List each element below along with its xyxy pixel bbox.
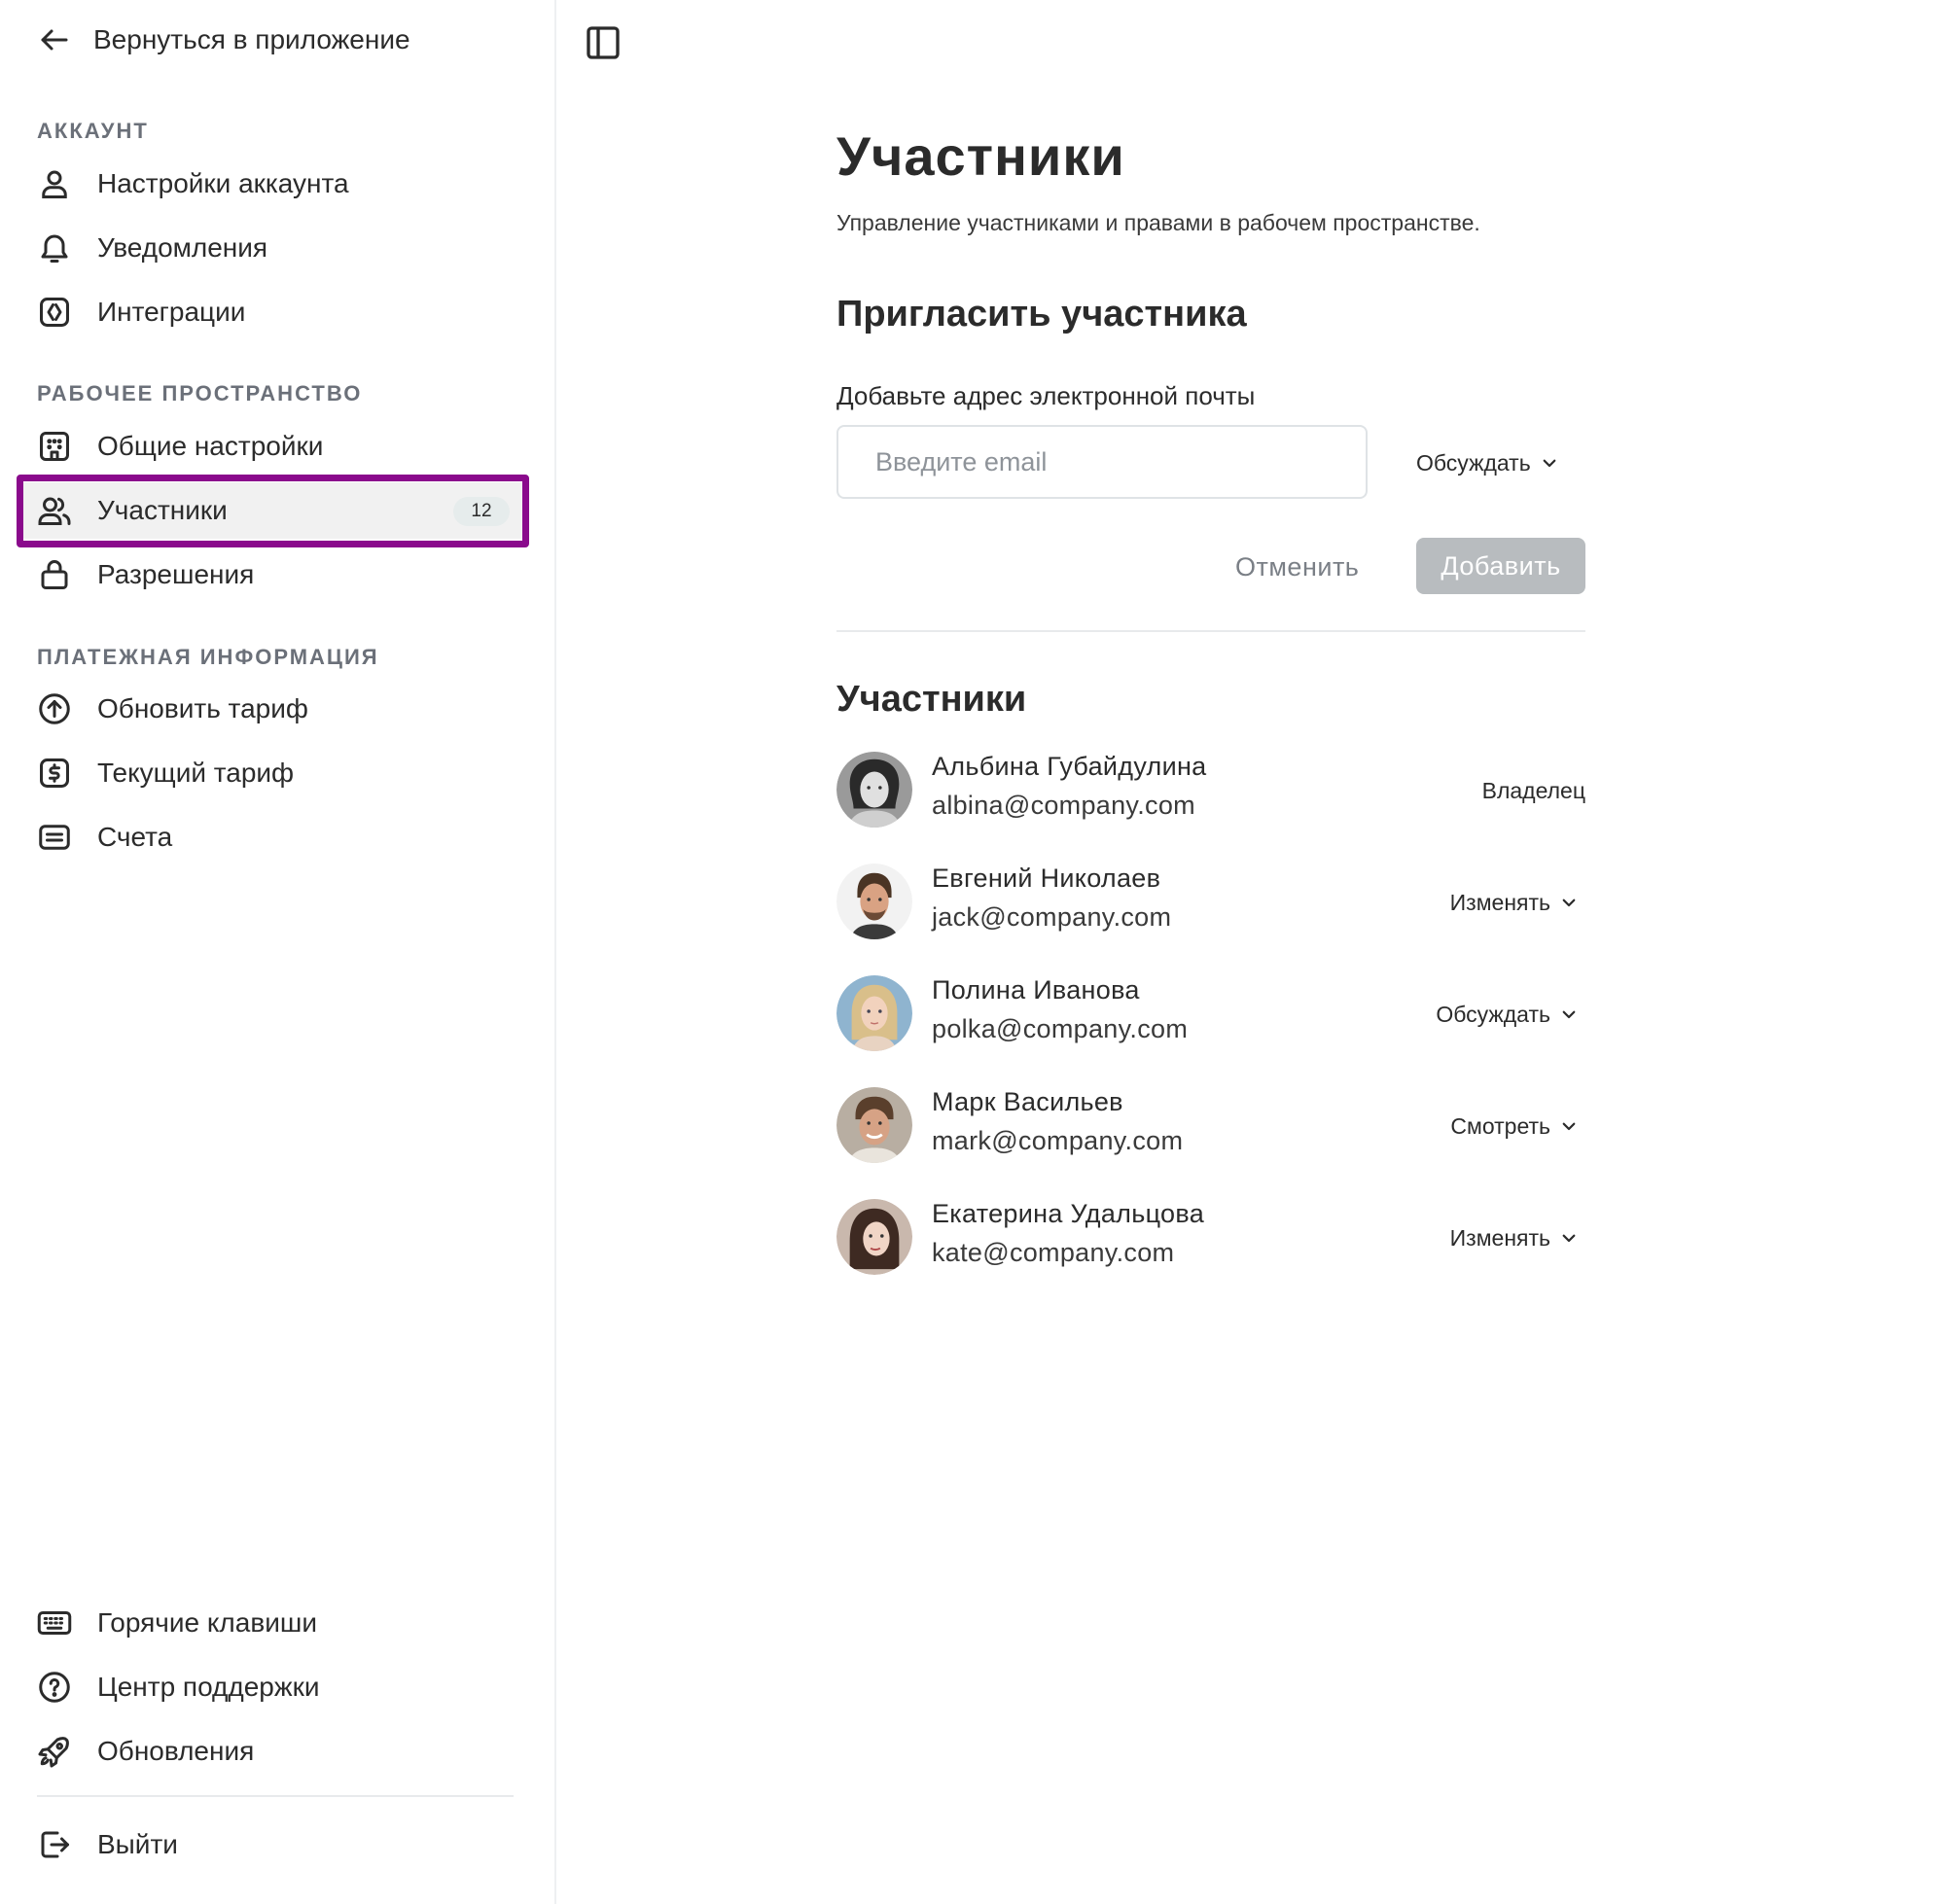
sidebar-item-integrations[interactable]: Интеграции [19,284,527,340]
chevron-down-icon [1562,1234,1576,1243]
sidebar-divider [37,1795,514,1797]
email-field-label: Добавьте адрес электронной почты [836,381,1256,410]
cancel-button[interactable]: Отменить [1235,545,1359,589]
sidebar-item-invoices[interactable]: Счета [19,809,527,865]
sidebar-item-label: Участники [97,495,228,525]
list-item: Полина Иванова polka@company.com Обсужда… [836,975,1585,1053]
sidebar-item-label: Настройки аккаунта [97,168,349,198]
sidebar-item-label: Интеграции [97,297,246,327]
member-role-dropdown[interactable]: Обсуждать [1436,997,1578,1032]
list-item: Альбина Губайдулина albina@company.com В… [836,752,1585,829]
member-name: Полина Иванова [932,975,1140,1005]
avatar [836,864,912,939]
help-icon [39,1672,70,1703]
rocket-icon [38,1737,69,1768]
member-email: albina@company.com [932,791,1195,820]
sidebar-item-help-center[interactable]: Центр поддержки [19,1659,527,1715]
list-item: Екатерина Удальцова kate@company.com Изм… [836,1199,1585,1277]
invite-role-dropdown[interactable]: Обсуждать [1416,443,1558,482]
sidebar-item-current-plan[interactable]: Текущий тариф [19,745,527,801]
building-icon [40,432,69,461]
list-item: Евгений Николаев jack@company.com Изменя… [836,864,1585,941]
back-to-app-link[interactable]: Вернуться в приложение [37,19,410,60]
member-name: Екатерина Удальцова [932,1199,1205,1228]
users-icon [38,497,71,525]
chevron-down-icon [1562,1122,1576,1131]
sidebar-item-label: Разрешения [97,559,255,589]
invite-role-value: Обсуждать [1416,449,1531,476]
user-icon [42,170,67,198]
sidebar-item-account-settings[interactable]: Настройки аккаунта [19,156,527,212]
logout-label: Выйти [97,1829,178,1859]
sidebar-item-label: Общие настройки [97,431,324,461]
member-role-value: Смотреть [1450,1112,1550,1139]
dollar-icon [40,758,69,788]
section-title-workspace: РАБОЧЕЕ ПРОСТРАНСТВО [37,381,363,405]
sidebar-item-updates[interactable]: Обновления [19,1723,527,1780]
chevron-down-icon [1543,459,1556,468]
sidebar-item-label: Центр поддержки [97,1672,320,1702]
invite-section-title: Пригласить участника [836,294,1247,335]
sidebar-item-label: Уведомления [97,232,268,263]
section-divider [836,630,1585,632]
sidebar-item-permissions[interactable]: Разрешения [19,547,527,603]
sidebar-toggle-icon[interactable] [584,23,623,62]
member-role-value: Обсуждать [1436,1001,1550,1027]
section-title-account: АККАУНТ [37,119,149,143]
sidebar-item-notifications[interactable]: Уведомления [19,220,527,276]
chevron-down-icon [1562,899,1576,907]
member-role-label: Владелец [1482,773,1585,808]
member-email: kate@company.com [932,1238,1175,1267]
avatar [836,975,912,1051]
keyboard-icon [37,1611,72,1635]
member-role-value: Владелец [1481,777,1585,803]
logout-icon [41,1831,69,1858]
member-email: polka@company.com [932,1014,1189,1043]
member-role-dropdown[interactable]: Смотреть [1450,1109,1578,1144]
sidebar-item-hotkeys[interactable]: Горячие клавиши [19,1595,527,1651]
members-section-title: Участники [836,679,1027,720]
avatar [836,1199,912,1275]
sidebar-item-label: Счета [97,822,173,852]
member-role-value: Изменять [1449,889,1550,915]
member-name: Евгений Николаев [932,864,1161,893]
arrow-left-icon [41,29,68,51]
page-subtitle: Управление участниками и правами в рабоч… [836,210,1480,235]
sidebar-item-upgrade-plan[interactable]: Обновить тариф [19,681,527,737]
sidebar-item-label: Обновить тариф [97,693,308,723]
list-item: Марк Васильев mark@company.com Смотреть [836,1087,1585,1165]
sidebar-item-label: Горячие клавиши [97,1607,317,1638]
member-email: mark@company.com [932,1126,1184,1155]
arrow-up-circle-icon [39,693,70,724]
page-title: Участники [836,125,1125,187]
sidebar: Вернуться в приложение АККАУНТ Настройки… [0,0,556,1904]
integrations-icon [40,298,69,327]
lock-icon [41,560,68,589]
sidebar-item-label: Текущий тариф [97,758,295,788]
members-count-badge: 12 [453,497,510,526]
sidebar-item-general-settings[interactable]: Общие настройки [19,418,527,475]
member-email: jack@company.com [932,902,1172,932]
member-role-value: Изменять [1449,1224,1550,1251]
avatar [836,752,912,828]
sidebar-item-label: Обновления [97,1736,255,1766]
logout-button[interactable]: Выйти [19,1816,527,1873]
member-role-dropdown[interactable]: Изменять [1450,885,1578,920]
member-name: Альбина Губайдулина [932,752,1207,781]
member-name: Марк Васильев [932,1087,1123,1116]
add-button[interactable]: Добавить [1416,538,1585,594]
email-input[interactable] [836,425,1368,499]
sidebar-item-members[interactable]: Участники 12 [19,482,527,539]
section-title-billing: ПЛАТЕЖНАЯ ИНФОРМАЦИЯ [37,645,379,669]
member-role-dropdown[interactable]: Изменять [1450,1220,1578,1255]
back-to-app-label: Вернуться в приложение [93,24,410,54]
avatar [836,1087,912,1163]
bell-icon [41,234,68,263]
invoice-icon [39,825,70,850]
chevron-down-icon [1562,1010,1576,1019]
